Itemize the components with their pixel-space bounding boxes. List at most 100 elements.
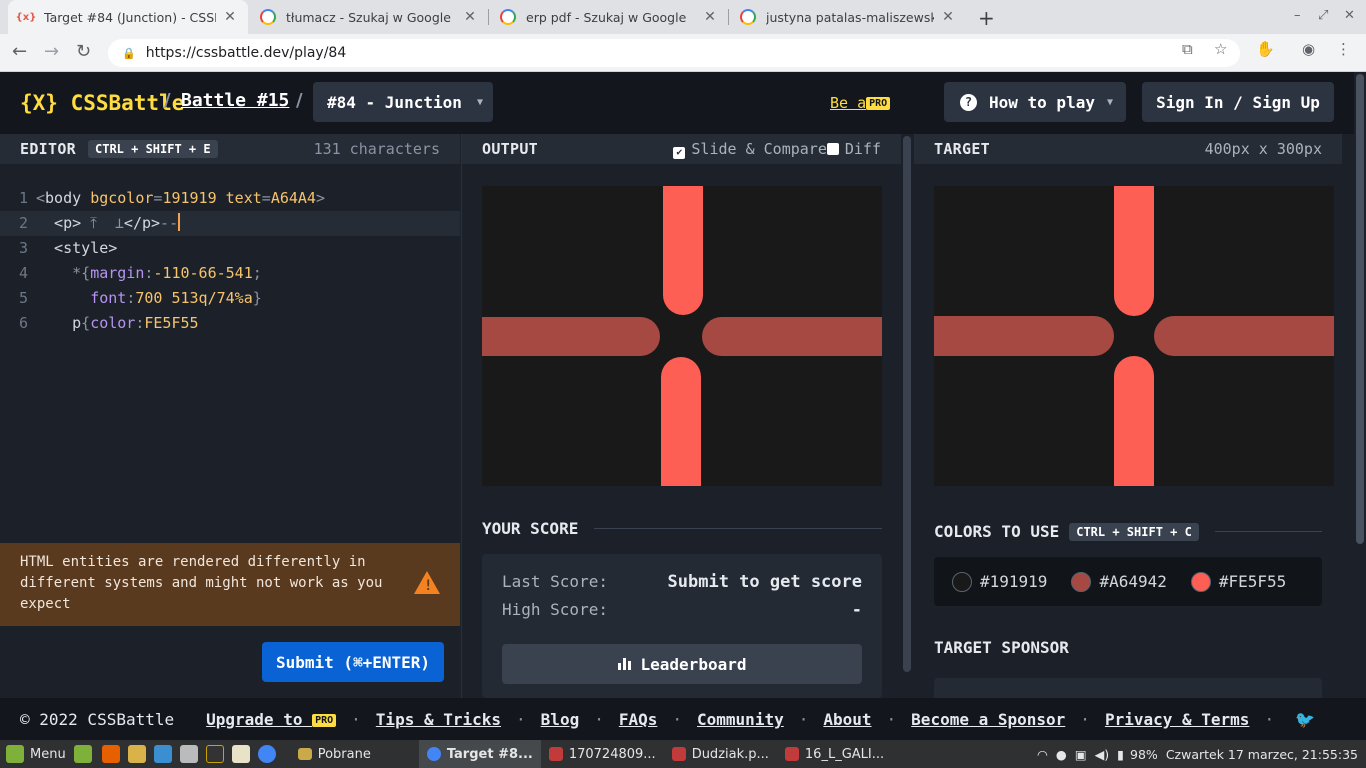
taskbar-window-pdf2[interactable]: Dudziak.p... — [664, 740, 777, 768]
upgrade-link[interactable]: Upgrade to PRO — [206, 710, 337, 729]
color-code: #A64942 — [1099, 572, 1167, 591]
close-tab-icon[interactable]: ✕ — [702, 9, 718, 25]
browser-tab-erp[interactable]: erp pdf - Szukaj w Google ✕ — [490, 0, 728, 34]
footer-link-sponsor[interactable]: Become a Sponsor — [911, 710, 1065, 729]
colors-heading: COLORS TO USE CTRL + SHIFT + C — [934, 522, 1322, 541]
scrollbar-thumb[interactable] — [1356, 74, 1364, 544]
close-tab-icon[interactable]: ✕ — [222, 9, 238, 25]
color-code: #191919 — [980, 572, 1048, 591]
slide-compare-toggle[interactable]: ✔ Slide & Compare — [673, 139, 827, 159]
reload-icon[interactable]: ↻ — [76, 41, 91, 62]
close-tab-icon[interactable]: ✕ — [940, 9, 956, 25]
taskbar-window-pdf3[interactable]: 16_L_GALI... — [777, 740, 892, 768]
checkbox-unchecked-icon[interactable] — [826, 143, 839, 155]
warning-text: HTML entities are rendered differently i… — [20, 554, 383, 612]
calculator-icon[interactable] — [179, 745, 198, 763]
code-line: 3 <style> — [18, 239, 118, 257]
how-to-play-button[interactable]: ? How to play ▼ — [944, 82, 1126, 122]
color-swatch[interactable]: #FE5F55 — [1190, 571, 1286, 592]
color-dot — [952, 571, 972, 592]
browser-tab-tlumacz[interactable]: tłumacz - Szukaj w Google ✕ — [250, 0, 488, 34]
bookmark-star-icon[interactable]: ☆ — [1214, 40, 1227, 58]
footer-link-blog[interactable]: Blog — [541, 710, 580, 729]
footer-link-about[interactable]: About — [823, 710, 871, 729]
address-bar[interactable]: 🔒 https://cssbattle.dev/play/84 — [108, 39, 1240, 67]
leaderboard-button[interactable]: Leaderboard — [502, 644, 862, 684]
google-favicon-icon — [740, 9, 756, 25]
footer-link-tips[interactable]: Tips & Tricks — [376, 710, 501, 729]
restore-icon[interactable]: ⤢ — [1318, 8, 1328, 23]
target-sponsor-title: TARGET SPONSOR — [934, 638, 1069, 657]
color-dot — [1190, 571, 1211, 592]
browser-tab-cssbattle[interactable]: {x} Target #84 (Junction) - CSSBattle ✕ — [8, 0, 248, 34]
checkbox-checked-icon[interactable]: ✔ — [673, 146, 686, 159]
twitter-icon[interactable]: 🐦 — [1295, 710, 1315, 729]
wifi-icon[interactable]: ◠ — [1037, 747, 1048, 762]
battery-icon[interactable]: ▮ — [1117, 747, 1124, 762]
new-tab-icon[interactable]: + — [978, 6, 995, 30]
notes-icon[interactable] — [231, 745, 250, 763]
clock[interactable]: Czwartek 17 marzec, 21:55:35 — [1166, 747, 1358, 762]
user-icon[interactable]: ● — [1056, 747, 1067, 762]
your-score-heading: YOUR SCORE — [482, 519, 882, 538]
forward-icon[interactable]: → — [44, 41, 59, 62]
output-canvas[interactable] — [482, 186, 882, 486]
cssbattle-favicon-icon: {x} — [15, 11, 37, 23]
footer-link-faqs[interactable]: FAQs — [619, 710, 658, 729]
volume-icon[interactable]: ◀) — [1095, 747, 1110, 762]
code-editor[interactable]: 1 <body bgcolor=191919 text=A64A4> 2 <p> … — [0, 186, 460, 336]
be-a-pro-link[interactable]: Be a PRO — [830, 94, 891, 112]
text-cursor — [178, 213, 181, 231]
editor-app-icon[interactable] — [153, 745, 172, 763]
diff-label: Diff — [844, 140, 881, 158]
scrollbar-thumb[interactable] — [903, 136, 911, 672]
color-swatch[interactable]: #191919 — [952, 571, 1048, 592]
show-desktop-icon[interactable] — [73, 745, 92, 763]
target-select[interactable]: #84 - Junction ▼ — [313, 82, 493, 122]
how-to-play-label: How to play — [989, 92, 1095, 112]
battle-link[interactable]: Battle #15 — [181, 90, 289, 111]
warning-icon: ! — [414, 571, 440, 594]
footer-link-community[interactable]: Community — [697, 710, 784, 729]
taskbar-window-pdf1[interactable]: 170724809... — [541, 740, 664, 768]
browser-tab-justyna[interactable]: justyna patalas-maliszewska m ✕ — [730, 0, 966, 34]
target-horizontal-bar-right — [1154, 316, 1334, 356]
slide-compare-label: Slide & Compare — [691, 139, 827, 158]
chrome-icon[interactable] — [257, 745, 276, 763]
extension-icon[interactable]: ✋ — [1256, 40, 1275, 58]
update-icon[interactable]: ▣ — [1075, 747, 1087, 762]
app-header: {X} CSSBattle / Battle #15 / #84 - Junct… — [0, 72, 1354, 134]
browser-menu-icon[interactable]: ⋮ — [1336, 40, 1351, 58]
tab-title: Target #84 (Junction) - CSSBattle — [44, 9, 216, 25]
sign-in-button[interactable]: Sign In / Sign Up — [1142, 82, 1334, 122]
window-label: Dudziak.p... — [691, 746, 769, 762]
page-scrollbar[interactable] — [1354, 72, 1366, 698]
start-menu-button[interactable]: Menu — [0, 745, 66, 763]
profile-icon[interactable]: ◉ — [1302, 40, 1315, 58]
diff-toggle[interactable]: Diff — [826, 140, 881, 158]
firefox-icon[interactable] — [101, 745, 120, 763]
translate-icon[interactable]: ⧉ — [1182, 40, 1193, 58]
submit-button[interactable]: Submit (⌘+ENTER) — [262, 642, 444, 682]
editor-title: EDITOR — [20, 140, 76, 158]
color-dot — [1071, 571, 1092, 592]
footer-link-privacy[interactable]: Privacy & Terms — [1105, 710, 1250, 729]
compare-scrollbar[interactable] — [901, 134, 913, 698]
taskbar-window-pobrane[interactable]: Pobrane — [290, 740, 379, 768]
minimize-icon[interactable]: – — [1294, 8, 1301, 23]
be-a-label: Be a — [830, 94, 867, 112]
target-dimensions: 400px x 300px — [1204, 140, 1322, 158]
code-line: 5 font:700 513q/74%a} — [18, 289, 262, 307]
last-score-label: Last Score: — [502, 572, 608, 591]
browser-toolbar: ← → ↻ 🔒 https://cssbattle.dev/play/84 ⧉ … — [0, 34, 1366, 72]
output-horizontal-bar-right — [702, 317, 882, 356]
cssbattle-logo[interactable]: {X} CSSBattle — [20, 91, 184, 115]
taskbar-window-target[interactable]: Target #8... — [418, 740, 541, 768]
close-window-icon[interactable]: ✕ — [1344, 8, 1355, 23]
color-swatch[interactable]: #A64942 — [1071, 571, 1167, 592]
files-icon[interactable] — [127, 745, 146, 763]
close-tab-icon[interactable]: ✕ — [462, 9, 478, 25]
terminal-icon[interactable] — [205, 745, 224, 763]
back-icon[interactable]: ← — [12, 41, 27, 62]
chevron-down-icon: ▼ — [1106, 96, 1113, 108]
